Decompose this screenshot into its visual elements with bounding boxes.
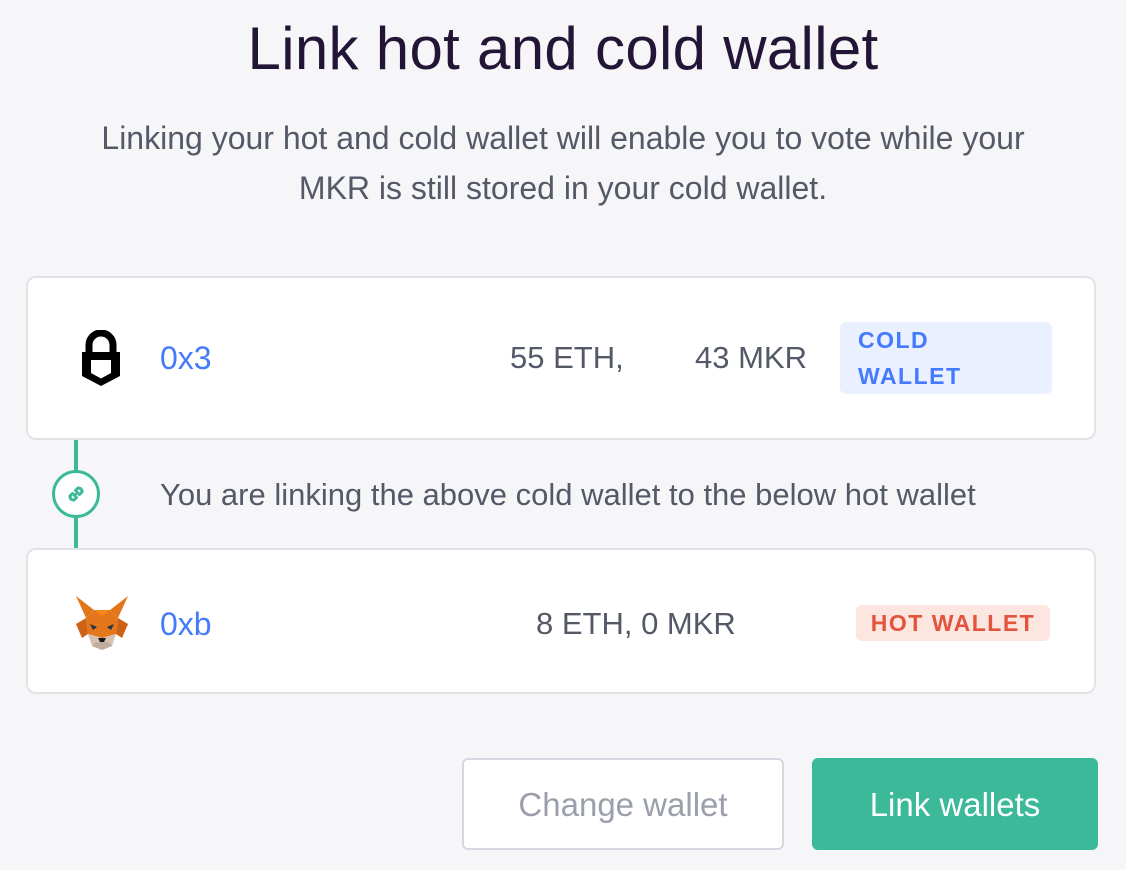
subtitle-line-1: Linking your hot and cold wallet will en… <box>101 120 1025 156</box>
hot-wallet-address[interactable]: 0xb <box>160 606 212 643</box>
cold-wallet-eth-balance: 55 ETH, <box>510 340 624 375</box>
hot-wallet-card: 0xb 8 ETH, 0 MKR HOT WALLET <box>26 548 1096 694</box>
lock-icon <box>78 329 124 388</box>
link-wallets-button[interactable]: Link wallets <box>812 758 1098 850</box>
page-subtitle: Linking your hot and cold wallet will en… <box>40 113 1086 213</box>
linking-description: You are linking the above cold wallet to… <box>160 477 976 512</box>
link-icon <box>52 470 100 518</box>
cold-badge-line-2: WALLET <box>858 363 962 389</box>
subtitle-line-2: MKR is still stored in your cold wallet. <box>298 170 828 206</box>
cold-badge-line-1: COLD <box>858 327 930 353</box>
hot-wallet-balance: 8 ETH, 0 MKR <box>536 606 736 641</box>
connector-line-top <box>74 440 78 472</box>
change-wallet-button[interactable]: Change wallet <box>462 758 784 850</box>
hot-wallet-badge: HOT WALLET <box>856 605 1050 641</box>
cold-wallet-address[interactable]: 0x3 <box>160 340 212 377</box>
cold-wallet-badge: COLD WALLET <box>840 322 1052 394</box>
cold-wallet-mkr-balance: 43 MKR <box>695 340 807 375</box>
cold-wallet-card: 0x3 55 ETH, 43 MKR COLD WALLET <box>26 276 1096 440</box>
page-title: Link hot and cold wallet <box>247 15 879 82</box>
metamask-fox-icon <box>72 594 132 652</box>
connector-line-bottom <box>74 518 78 548</box>
